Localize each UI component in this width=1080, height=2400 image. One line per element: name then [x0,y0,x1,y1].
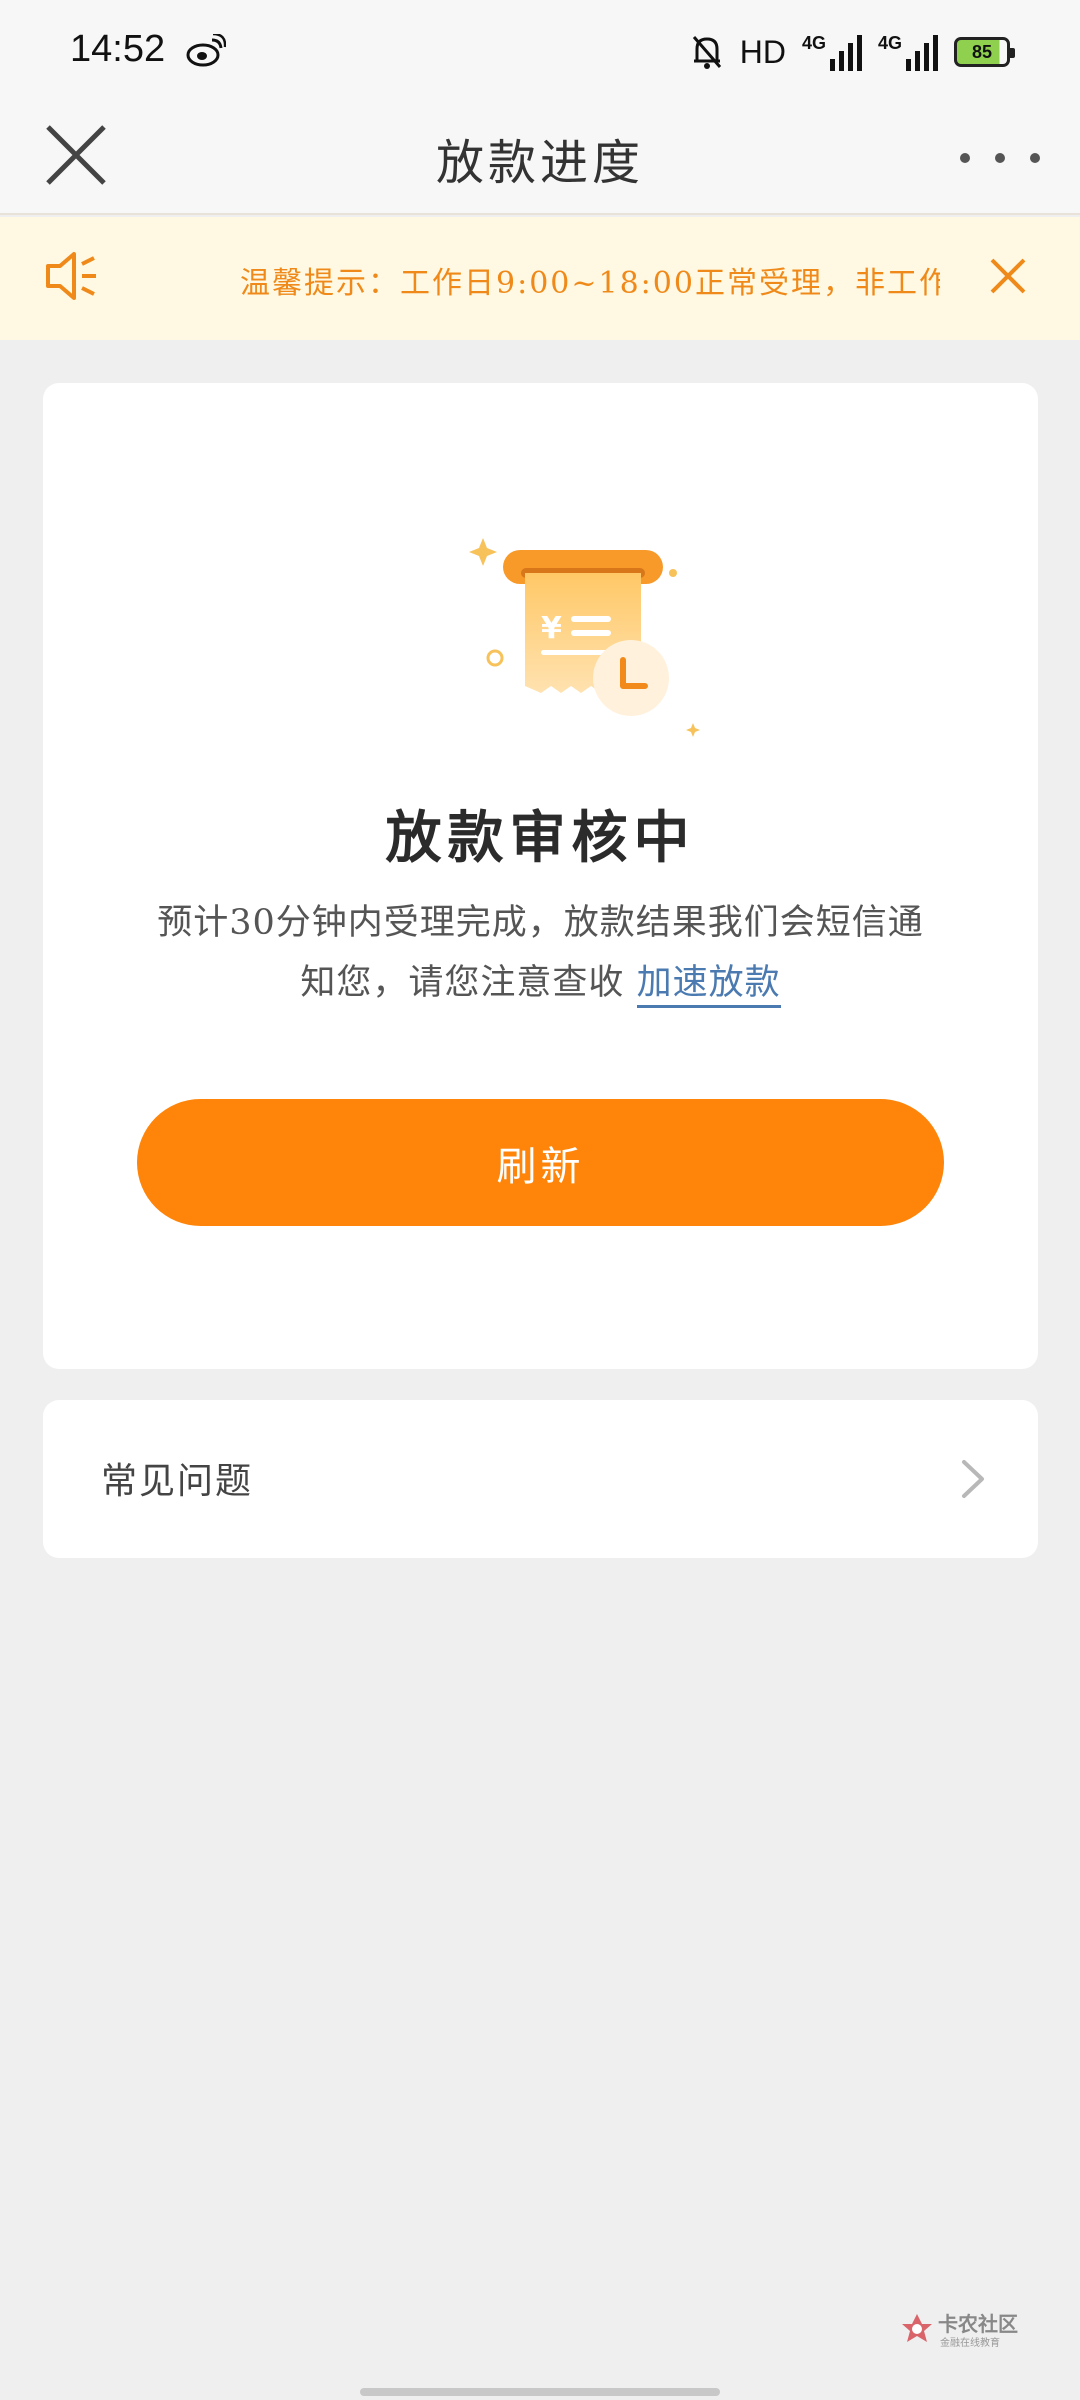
watermark-subtitle: 金融在线教育 [940,2338,1000,2349]
status-icons: HD 4G 4G 85 [690,30,1015,74]
faq-label: 常见问题 [101,1461,254,1502]
page-title: 放款进度 [435,135,644,191]
watermark-logo-icon [902,2314,932,2342]
notice-close-icon[interactable] [988,256,1028,296]
watermark-title: 卡农社区 [938,2312,1018,2336]
speed-up-link[interactable]: 加速放款 [636,963,781,1008]
receipt-clock-icon: ¥ [469,538,700,737]
review-status-title: 放款审核中 [385,805,696,871]
more-dot-icon [995,153,1005,163]
hd-label: HD [739,33,786,70]
bell-muted-icon [692,36,721,69]
more-dot-icon [960,153,970,163]
network-label-2: 4G [877,33,902,53]
description-line-1: 预计30分钟内受理完成，放款结果我们会短信通 [157,903,924,943]
more-options-button[interactable] [960,133,1040,183]
network-label-1: 4G [801,33,826,53]
review-card: ¥ 放款审核中 预计30分钟内受理完成，放款结果我们会短信通 知您，请您注意查收… [43,383,1038,1369]
status-time: 14:52 [70,28,166,70]
more-dot-icon [1030,153,1040,163]
weibo-icon [186,34,226,67]
watermark: 卡农社区 金融在线教育 [900,2308,1020,2352]
chevron-right-icon [962,1460,984,1498]
battery-level: 85 [971,41,993,62]
battery-icon: 85 [954,37,1015,67]
signal-4g-2-icon: 4G [878,33,938,71]
signal-4g-1-icon: 4G [802,33,862,71]
faq-item[interactable]: 常见问题 [43,1400,1038,1558]
review-description: 预计30分钟内受理完成，放款结果我们会短信通 知您，请您注意查收 加速放款 [103,893,978,1013]
home-indicator[interactable] [360,2388,720,2396]
refresh-button[interactable]: 刷新 [137,1099,944,1226]
nav-bar: 放款进度 [0,105,1080,215]
description-line-2: 知您，请您注意查收 [300,963,625,1003]
speaker-icon [46,252,96,300]
status-bar: 14:52 HD 4G 4G 85 [0,0,1080,105]
notice-text: 温馨提示：工作日9:00~18:00正常受理，非工作 [240,266,940,301]
svg-text:¥: ¥ [541,611,562,646]
